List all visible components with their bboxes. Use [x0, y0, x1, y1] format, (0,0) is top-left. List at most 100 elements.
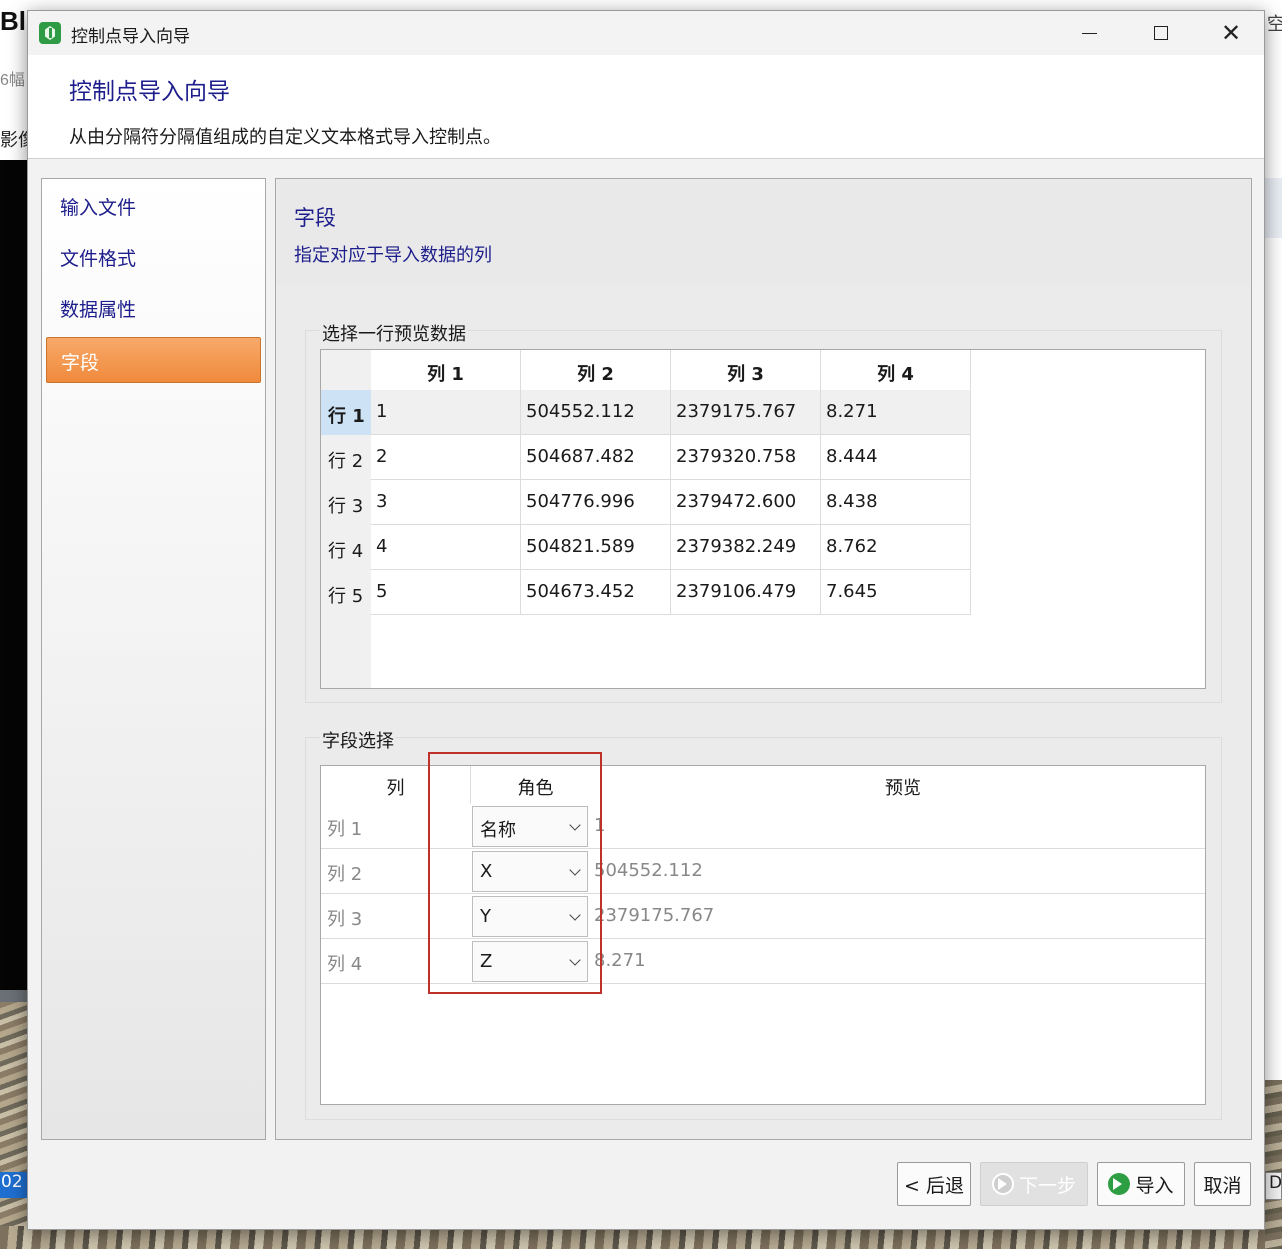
background-app-subtitle: 6幅 — [0, 72, 25, 89]
row-header[interactable]: 行 1 — [321, 390, 371, 435]
column-header-3[interactable]: 列 3 — [671, 350, 821, 390]
table-cell[interactable]: 504673.452 — [521, 570, 671, 615]
role-select[interactable]: X — [472, 851, 588, 892]
background-separator — [0, 990, 30, 1002]
table-cell[interactable]: 2379382.249 — [671, 525, 821, 570]
import-arrow-icon — [1108, 1173, 1131, 1195]
back-button[interactable]: < 后退 — [897, 1162, 971, 1206]
role-select[interactable]: Z — [472, 941, 588, 982]
nav-item-file-format[interactable]: 文件格式 — [46, 234, 261, 280]
wizard-description: 从由分隔符分隔值组成的自定义文本格式导入控制点。 — [69, 127, 501, 148]
field-row: 列 3 Y 2379175.767 — [321, 894, 1205, 939]
table-cell[interactable]: 2379320.758 — [671, 435, 821, 480]
row-header[interactable]: 行 5 — [321, 570, 371, 615]
table-cell[interactable]: 8.444 — [821, 435, 971, 480]
table-cell[interactable]: 1 — [371, 390, 521, 435]
background-image-viewer — [0, 160, 30, 990]
column-header-2[interactable]: 列 2 — [521, 350, 671, 390]
nav-item-fields[interactable]: 字段 — [46, 337, 261, 383]
page-header: 字段 指定对应于导入数据的列 — [277, 180, 1250, 285]
app-icon — [39, 22, 61, 44]
table-cell[interactable]: 2 — [371, 435, 521, 480]
row-header[interactable]: 行 4 — [321, 525, 371, 570]
minimize-button[interactable] — [1054, 11, 1124, 55]
role-select-value: X — [480, 861, 493, 882]
next-button[interactable]: 下一步 — [980, 1162, 1088, 1206]
background-app-title: Bl — [0, 6, 26, 36]
field-row: 列 2 X 504552.112 — [321, 849, 1205, 894]
field-preview-value: 2379175.767 — [594, 905, 715, 926]
table-cell[interactable]: 8.271 — [821, 390, 971, 435]
role-select-value: 名称 — [480, 820, 516, 841]
cancel-button-label: 取消 — [1203, 1174, 1242, 1197]
background-tab[interactable]: 影像 — [0, 126, 30, 152]
background-badge: 02 — [0, 1172, 30, 1198]
column-header-4[interactable]: 列 4 — [821, 350, 971, 390]
window-title: 控制点导入向导 — [71, 27, 190, 47]
cancel-button[interactable]: 取消 — [1194, 1162, 1251, 1206]
field-selection-label: 字段选择 — [320, 727, 396, 753]
table-cell[interactable]: 7.645 — [821, 570, 971, 615]
background-aerial-photo-right — [1265, 1080, 1282, 1249]
role-select-value: Z — [480, 951, 493, 972]
table-cell[interactable]: 8.762 — [821, 525, 971, 570]
field-header-preview: 预览 — [601, 766, 1205, 804]
chevron-down-icon — [569, 909, 581, 921]
table-cell[interactable]: 504687.482 — [521, 435, 671, 480]
table-cell[interactable]: 2379106.479 — [671, 570, 821, 615]
table-cell[interactable]: 504776.996 — [521, 480, 671, 525]
field-preview-value: 504552.112 — [594, 860, 703, 881]
background-aerial-photo — [0, 1002, 30, 1249]
table-cell[interactable]: 504552.112 — [521, 390, 671, 435]
table-cell[interactable]: 3 — [371, 480, 521, 525]
row-header[interactable]: 行 3 — [321, 480, 371, 525]
maximize-icon — [1154, 26, 1168, 40]
title-bar[interactable]: 控制点导入向导 ✕ — [28, 11, 1264, 55]
background-right-toolbar — [1265, 178, 1282, 238]
preview-group-label: 选择一行预览数据 — [320, 320, 468, 346]
role-select[interactable]: 名称 — [472, 806, 588, 847]
field-column-name: 列 2 — [327, 864, 363, 885]
field-row: 列 4 Z 8.271 — [321, 939, 1205, 984]
minimize-icon — [1081, 32, 1097, 34]
field-header-role: 角色 — [471, 766, 601, 804]
row-header[interactable]: 行 2 — [321, 435, 371, 480]
arrow-right-icon — [991, 1173, 1014, 1195]
field-selection-group: 字段选择 列 角色 预览 列 1 名称 1 列 2 X 504552.112 列… — [305, 727, 1222, 1120]
page-title: 字段 — [294, 206, 336, 230]
field-header-column: 列 — [321, 766, 471, 804]
table-cell[interactable]: 2379175.767 — [671, 390, 821, 435]
maximize-button[interactable] — [1126, 11, 1196, 55]
import-button[interactable]: 导入 — [1097, 1162, 1185, 1206]
background-right-label: 空 — [1267, 14, 1282, 34]
import-wizard-dialog: 控制点导入向导 ✕ 控制点导入向导 从由分隔符分隔值组成的自定义文本格式导入控制… — [27, 10, 1265, 1230]
field-table: 列 角色 预览 列 1 名称 1 列 2 X 504552.112 列 3 Y … — [320, 765, 1206, 1105]
close-icon: ✕ — [1220, 19, 1242, 47]
field-column-name: 列 4 — [327, 954, 363, 975]
chevron-down-icon — [569, 954, 581, 966]
field-preview-value: 8.271 — [594, 950, 646, 971]
field-column-name: 列 3 — [327, 909, 363, 930]
field-preview-value: 1 — [594, 815, 606, 836]
preview-table[interactable]: 列 1 列 2 列 3 列 4 行 1 1 504552.112 2379175… — [320, 349, 1206, 689]
background-right-button[interactable]: D — [1265, 1172, 1282, 1200]
preview-group: 选择一行预览数据 列 1 列 2 列 3 列 4 行 1 1 504552.11… — [305, 320, 1222, 703]
close-button[interactable]: ✕ — [1196, 11, 1266, 55]
import-button-label: 导入 — [1135, 1174, 1174, 1197]
table-cell[interactable]: 2379472.600 — [671, 480, 821, 525]
table-cell[interactable]: 4 — [371, 525, 521, 570]
table-cell[interactable]: 8.438 — [821, 480, 971, 525]
role-select[interactable]: Y — [472, 896, 588, 937]
wizard-content: 字段 指定对应于导入数据的列 选择一行预览数据 列 1 列 2 列 3 列 4 … — [275, 178, 1252, 1140]
nav-item-input-file[interactable]: 输入文件 — [46, 183, 261, 229]
table-cell[interactable]: 5 — [371, 570, 521, 615]
next-button-label: 下一步 — [1018, 1174, 1076, 1197]
wizard-header: 控制点导入向导 从由分隔符分隔值组成的自定义文本格式导入控制点。 — [28, 55, 1264, 159]
nav-item-data-properties[interactable]: 数据属性 — [46, 285, 261, 331]
page-subtitle: 指定对应于导入数据的列 — [294, 245, 492, 266]
column-header-1[interactable]: 列 1 — [371, 350, 521, 390]
field-row: 列 1 名称 1 — [321, 804, 1205, 849]
chevron-down-icon — [569, 864, 581, 876]
table-cell[interactable]: 504821.589 — [521, 525, 671, 570]
role-select-value: Y — [480, 906, 491, 927]
